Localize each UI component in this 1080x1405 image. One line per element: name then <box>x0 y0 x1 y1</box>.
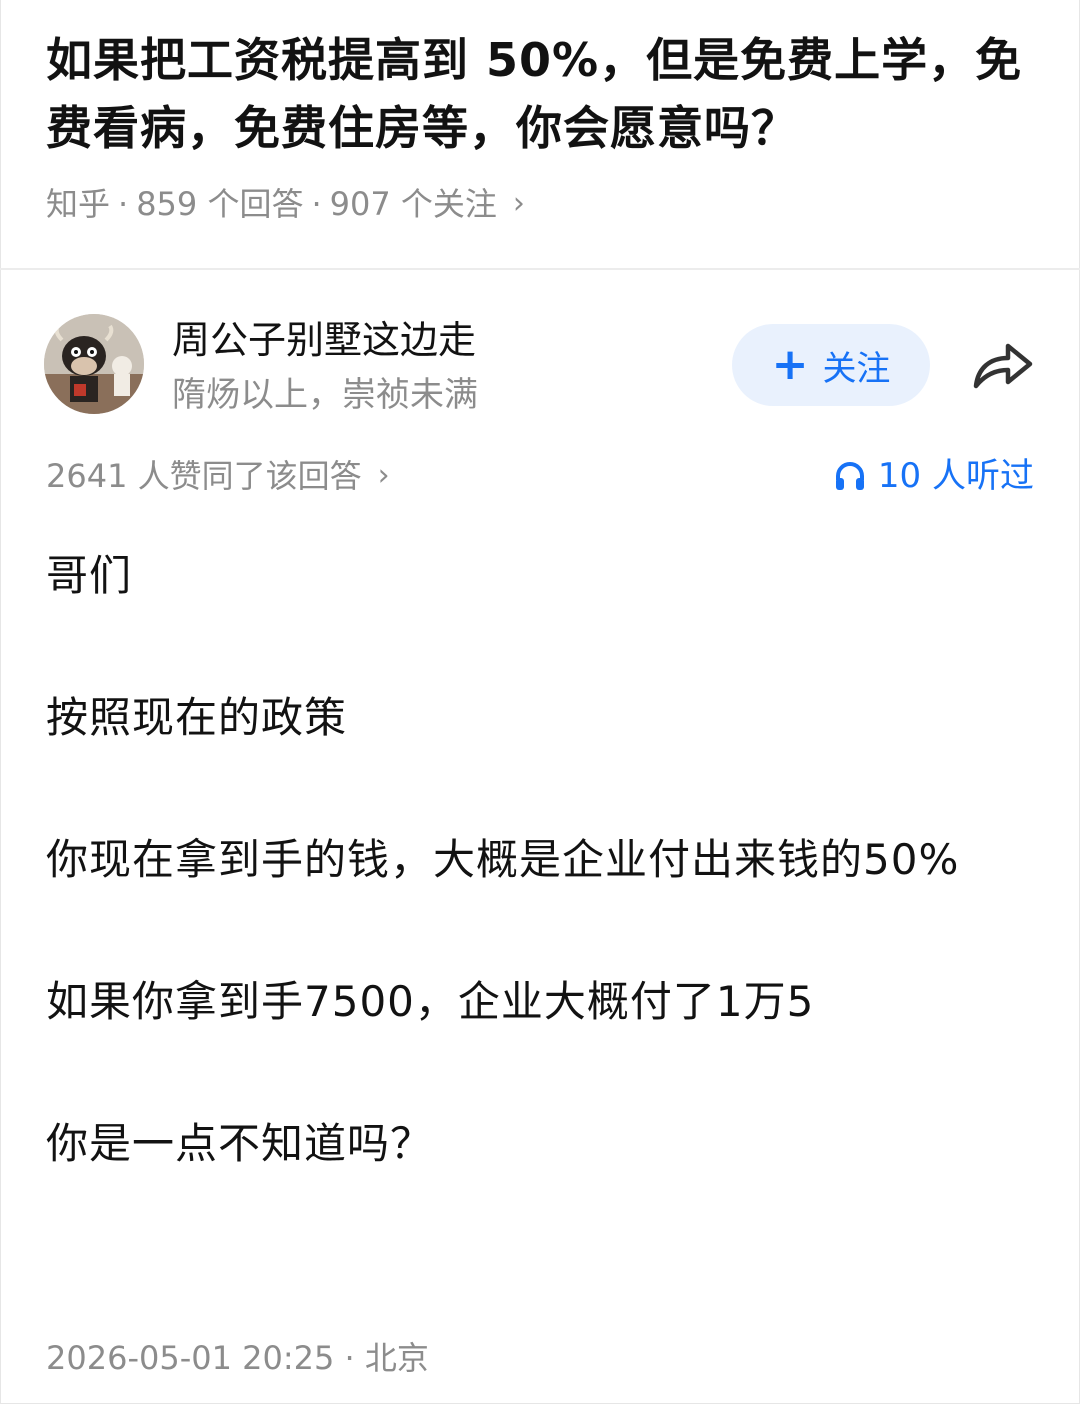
avatar[interactable] <box>44 314 144 414</box>
meta-separator: · <box>311 185 322 223</box>
cartoon-cow-avatar <box>44 314 144 414</box>
header-divider <box>0 268 1080 270</box>
answer-paragraph: 你现在拿到手的钱，大概是企业付出来钱的50% <box>46 835 960 884</box>
author-name[interactable]: 周公子别墅这边走 <box>172 314 476 366</box>
listener-count: 10 人听过 <box>877 456 1034 496</box>
follow-label: 关注 <box>822 348 891 389</box>
vote-summary[interactable]: 2641 人赞同了该回答 › <box>46 454 390 498</box>
question-title[interactable]: 如果把工资税提高到 50%，但是免费上学，免费看病，免费住房等，你会愿意吗？ <box>46 26 1036 162</box>
author-bio: 隋炀以上，崇祯未满 <box>172 375 478 415</box>
chevron-right-icon: › <box>377 458 390 493</box>
answer-paragraph: 哥们 <box>46 551 133 600</box>
headphones-icon <box>835 462 864 490</box>
answer-body: 哥们 按照现在的政策 你现在拿到手的钱，大概是企业付出来钱的50% 如果你拿到手… <box>46 540 1036 1250</box>
answer-paragraph: 按照现在的政策 <box>46 693 348 742</box>
question-meta[interactable]: 知乎 · 859 个回答 · 907 个关注 › <box>46 182 525 226</box>
plus-icon: + <box>771 339 809 390</box>
source-label: 知乎 <box>46 185 111 223</box>
meta-separator: · <box>118 185 129 223</box>
vote-count: 2641 人赞同了该回答 <box>46 457 362 495</box>
answer-timestamp: 2026-05-01 20:25 · 北京 <box>46 1339 429 1377</box>
follower-count: 907 个关注 <box>329 185 497 223</box>
share-arrow-icon[interactable] <box>968 334 1038 396</box>
answer-count: 859 个回答 <box>136 185 304 223</box>
listen-button[interactable]: 10 人听过 <box>834 454 1034 498</box>
answer-paragraph: 如果你拿到手7500，企业大概付了1万5 <box>46 977 815 1026</box>
chevron-right-icon: › <box>512 186 525 221</box>
answer-paragraph: 你是一点不知道吗？ <box>46 1119 434 1168</box>
follow-button[interactable]: + 关注 <box>732 324 930 406</box>
